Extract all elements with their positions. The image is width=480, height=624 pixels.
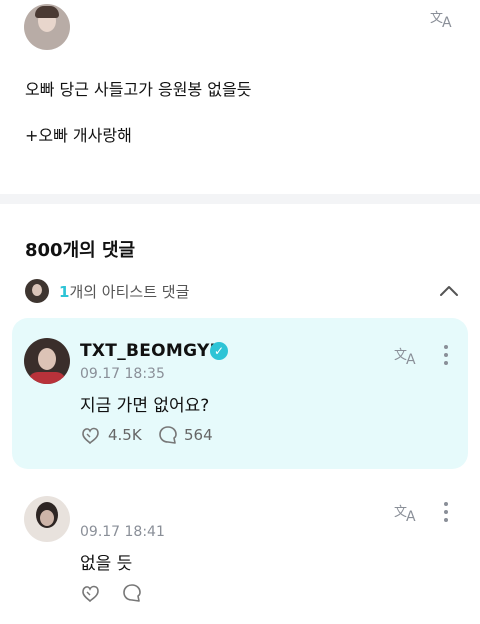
reply-count: 564 [184, 426, 213, 444]
reply-button[interactable] [122, 583, 148, 603]
verified-badge-icon: ✓ [210, 342, 228, 360]
like-icon [82, 427, 99, 445]
translate-icon[interactable]: 文 A [392, 343, 422, 367]
artist-avatar[interactable] [24, 338, 70, 384]
reply-icon [123, 584, 141, 602]
reply-icon [159, 426, 177, 444]
like-count: 4.5K [108, 426, 142, 444]
avatar-face [40, 510, 54, 526]
reply-comment-time: 09.17 18:41 [80, 524, 165, 540]
post-text-line-2: +오빠 개사랑해 [25, 126, 132, 145]
post-text-line-1: 오빠 당근 사들고가 응원봉 없을듯 [25, 80, 252, 99]
comments-count: 800개의 댓글 [25, 240, 136, 261]
avatar-face [38, 348, 56, 370]
reply-comment-text: 없을 듯 [80, 554, 133, 574]
artist-comments-count: 1 [59, 282, 70, 301]
more-icon[interactable] [443, 345, 449, 365]
artist-comment-text: 지금 가면 없어요? [80, 396, 210, 416]
post-author-avatar[interactable] [24, 4, 70, 50]
avatar-hair [35, 6, 59, 18]
artist-comment-time: 09.17 18:35 [80, 366, 165, 382]
artist-comments-toggle[interactable]: 1개의 아티스트 댓글 [25, 279, 460, 303]
chevron-up-icon[interactable] [438, 283, 460, 299]
svg-text:A: A [406, 352, 416, 366]
svg-text:A: A [406, 509, 416, 523]
section-divider [0, 194, 480, 204]
svg-text:A: A [442, 15, 452, 29]
translate-icon[interactable]: 文 A [392, 500, 422, 524]
artist-comments-text: 개의 아티스트 댓글 [69, 282, 190, 301]
more-icon[interactable] [443, 502, 449, 522]
like-icon [82, 585, 99, 603]
reply-button[interactable]: 564 [158, 425, 213, 445]
like-button[interactable] [80, 583, 108, 603]
translate-icon[interactable]: 文 A [428, 6, 458, 30]
reply-author-avatar[interactable] [24, 496, 70, 542]
like-button[interactable]: 4.5K [80, 425, 142, 445]
artist-username[interactable]: TXT_BEOMGYU [80, 341, 224, 361]
artist-comments-label: 1개의 아티스트 댓글 [59, 281, 189, 302]
artist-mini-avatar [25, 279, 49, 303]
avatar-shirt [28, 372, 66, 384]
